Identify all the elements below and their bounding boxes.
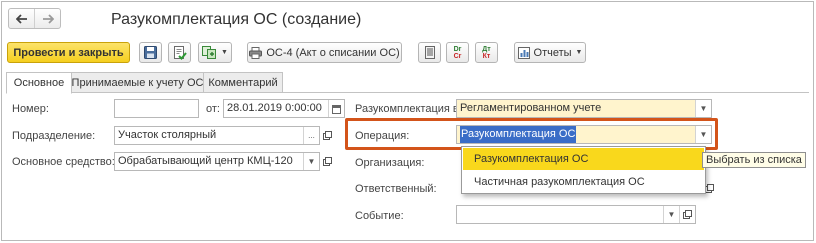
accounting-entries-ru-button[interactable]: Дт Кт xyxy=(475,42,498,63)
navigation-group xyxy=(8,8,61,29)
credit-ru-glyph: Кт xyxy=(482,52,491,60)
arrow-left-icon xyxy=(15,13,27,24)
chevron-down-icon: ▼ xyxy=(221,49,228,56)
open-link-icon xyxy=(322,131,332,140)
operation-label: Операция: xyxy=(355,130,410,142)
chevron-down-icon: ▼ xyxy=(667,210,676,219)
date-value: 28.01.2019 0:00:00 xyxy=(227,102,322,114)
operation-dropdown-button[interactable]: ▼ xyxy=(695,126,711,143)
event-label: Событие: xyxy=(355,210,404,222)
disassembly-in-value: Регламентированном учете xyxy=(460,102,602,114)
number-field[interactable] xyxy=(114,99,199,118)
save-button[interactable] xyxy=(139,42,162,63)
disassembly-in-label: Разукомплектация в: xyxy=(355,103,462,115)
tab-main[interactable]: Основное xyxy=(6,72,72,94)
open-link-icon xyxy=(683,210,692,219)
floppy-disk-icon xyxy=(144,46,157,59)
debit-glyph: Dr xyxy=(453,45,462,53)
post-and-close-button[interactable]: Провести и закрыть xyxy=(7,42,130,63)
journal-button[interactable] xyxy=(418,42,441,63)
tab-comment[interactable]: Комментарий xyxy=(203,72,283,93)
reports-label: Отчеты xyxy=(533,46,572,59)
select-from-list-button[interactable]: ... xyxy=(303,127,319,144)
tab-accepted-assets[interactable]: Принимаемые к учету ОС xyxy=(71,72,204,93)
credit-glyph: Cr xyxy=(453,52,462,60)
department-label: Подразделение: xyxy=(12,130,96,142)
open-department-button[interactable] xyxy=(320,126,334,145)
open-link-icon xyxy=(322,157,332,166)
printer-icon xyxy=(249,46,263,59)
dropdown-item-partial-disassembly[interactable]: Частичная разукомплектация ОС xyxy=(463,171,704,193)
debit-ru-glyph: Дт xyxy=(482,45,491,53)
date-field[interactable]: 28.01.2019 0:00:00 xyxy=(223,99,345,118)
post-document-icon xyxy=(173,45,187,60)
event-field[interactable]: ▼ xyxy=(456,205,696,224)
chevron-down-icon: ▼ xyxy=(699,130,708,139)
asset-dropdown-button[interactable]: ▼ xyxy=(303,153,319,170)
open-asset-button[interactable] xyxy=(320,152,334,171)
asset-value: Обрабатывающий центр КМЦ-120 xyxy=(118,155,293,167)
back-button[interactable] xyxy=(9,9,34,28)
reports-icon xyxy=(517,46,530,59)
department-value: Участок столярный xyxy=(118,129,217,141)
open-event-button[interactable] xyxy=(679,206,695,223)
responsible-label: Ответственный: xyxy=(355,183,437,195)
organization-label: Организация: xyxy=(355,157,425,169)
chevron-down-icon: ▼ xyxy=(699,104,708,113)
dropdown-item-disassembly[interactable]: Разукомплектация ОС xyxy=(463,148,704,170)
operation-field[interactable]: Разукомплектация ОС ▼ xyxy=(456,125,712,144)
print-act-button[interactable]: ОС-4 (Акт о списании ОС) xyxy=(247,42,402,63)
asset-field[interactable]: Обрабатывающий центр КМЦ-120 ▼ xyxy=(114,152,320,171)
accounting-entries-button[interactable]: Dr Cr xyxy=(446,42,469,63)
operation-dropdown-list: Разукомплектация ОС Частичная разукомпле… xyxy=(461,146,706,194)
journal-icon xyxy=(424,46,435,59)
document-window: Разукомплектация ОС (создание) Провести … xyxy=(1,1,814,241)
post-document-button[interactable] xyxy=(168,42,191,63)
page-title: Разукомплектация ОС (создание) xyxy=(111,11,362,28)
calendar-icon xyxy=(332,104,341,114)
forward-button[interactable] xyxy=(34,9,60,28)
department-field[interactable]: Участок столярный ... xyxy=(114,126,320,145)
chevron-down-icon: ▼ xyxy=(575,49,583,56)
create-based-on-icon xyxy=(202,46,217,59)
select-from-list-tooltip: Выбрать из списка xyxy=(702,152,806,168)
disassembly-in-dropdown-button[interactable]: ▼ xyxy=(695,100,711,117)
number-label: Номер: xyxy=(12,103,49,115)
event-dropdown-button[interactable]: ▼ xyxy=(663,206,679,223)
reports-button[interactable]: Отчеты ▼ xyxy=(514,42,586,63)
arrow-right-icon xyxy=(42,13,54,24)
calendar-button[interactable] xyxy=(328,100,344,117)
print-act-label: ОС-4 (Акт о списании ОС) xyxy=(266,46,400,59)
create-based-on-button[interactable]: ▼ xyxy=(198,42,232,63)
disassembly-in-field[interactable]: Регламентированном учете ▼ xyxy=(456,99,712,118)
asset-label: Основное средство: xyxy=(12,156,115,168)
operation-value: Разукомплектация ОС xyxy=(460,126,577,143)
chevron-down-icon: ▼ xyxy=(307,157,316,166)
date-label: от: xyxy=(206,103,220,115)
